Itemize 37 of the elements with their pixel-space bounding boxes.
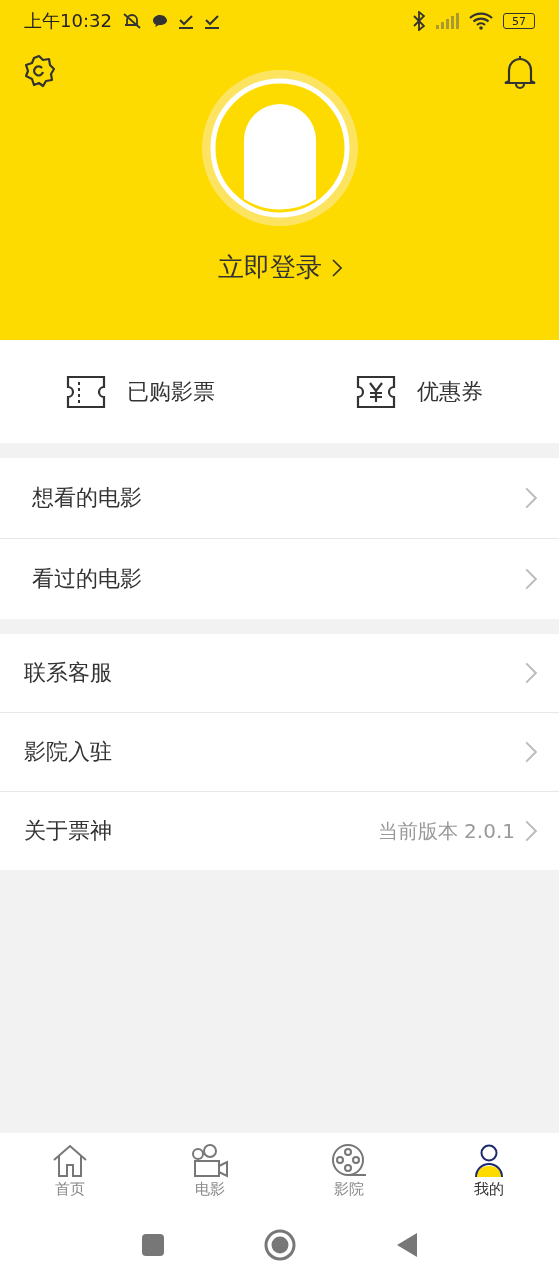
coupon-icon: [355, 373, 398, 410]
status-time: 上午10:32: [24, 9, 112, 33]
quick-link[interactable]: 优惠券: [417, 376, 484, 407]
chat-bubble-icon: [151, 14, 168, 28]
chevron-icon: [525, 487, 537, 509]
menu-item[interactable]: 想看的电影: [0, 458, 559, 538]
download-done-icon: [203, 13, 220, 29]
bluetooth-icon: [413, 11, 425, 31]
menu-item[interactable]: 关于票神 当前版本 2.0.1: [0, 791, 559, 870]
film-reel-icon: [331, 1144, 368, 1178]
muted-bell-icon: [121, 12, 142, 30]
home-button[interactable]: [263, 1229, 296, 1261]
movie-camera-icon: [190, 1144, 229, 1178]
tab[interactable]: 首页: [0, 1133, 140, 1210]
menu-item[interactable]: 联系客服: [0, 634, 559, 712]
chevron-icon: [525, 741, 537, 763]
home-icon: [51, 1144, 88, 1178]
chevron-icon: [525, 568, 537, 590]
recents-button[interactable]: [141, 1234, 164, 1256]
chevron-icon: [331, 258, 342, 277]
download-done-icon: [177, 13, 194, 29]
tab[interactable]: 影院: [279, 1133, 420, 1210]
battery-indicator: 57: [503, 13, 535, 29]
settings-icon[interactable]: [22, 54, 56, 88]
wifi-icon: [469, 12, 493, 30]
signal-icon: [435, 13, 459, 29]
menu-item[interactable]: 影院入驻: [0, 712, 559, 791]
menu-item[interactable]: 看过的电影: [0, 538, 559, 619]
login-link[interactable]: 立即登录: [217, 250, 342, 285]
tab[interactable]: 我的: [419, 1133, 559, 1210]
quick-link[interactable]: 已购影票: [126, 376, 215, 407]
tab[interactable]: 电影: [139, 1133, 280, 1210]
back-button[interactable]: [395, 1232, 418, 1258]
ticket-icon: [64, 373, 107, 410]
chevron-icon: [525, 820, 537, 842]
chevron-icon: [525, 662, 537, 684]
notification-bell-icon[interactable]: [503, 54, 537, 90]
